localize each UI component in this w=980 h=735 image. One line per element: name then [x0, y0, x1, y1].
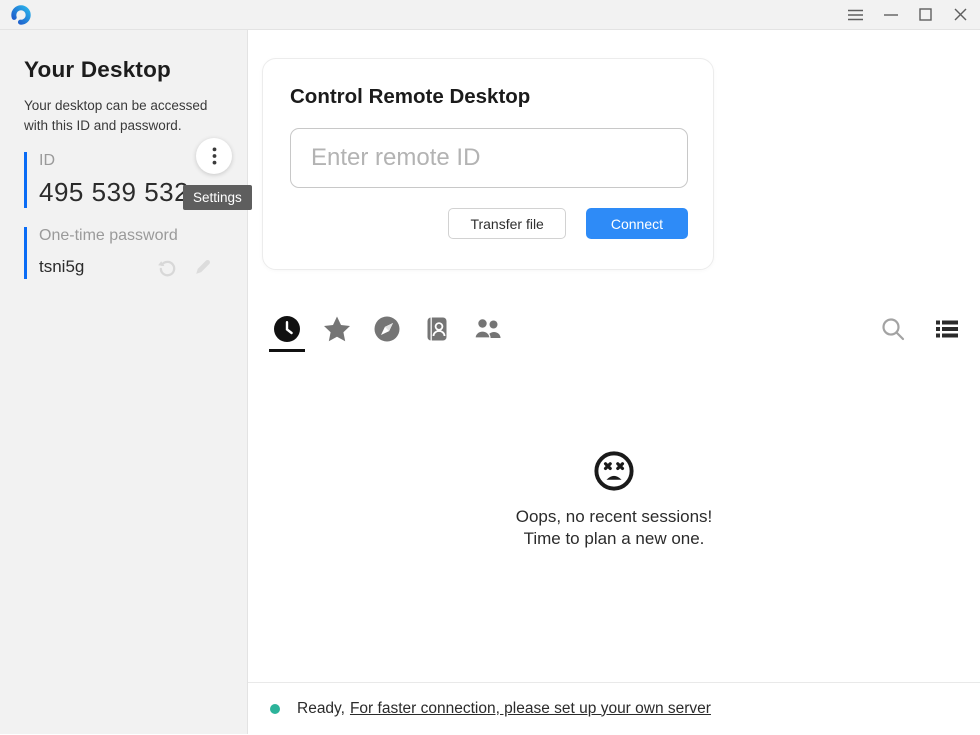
- password-label: One-time password: [39, 227, 247, 245]
- panel-title: Your Desktop: [24, 57, 247, 83]
- close-icon[interactable]: [953, 7, 968, 22]
- clock-icon: [273, 315, 301, 343]
- password-value[interactable]: tsni5g: [39, 257, 84, 277]
- id-menu-button[interactable]: [196, 138, 232, 174]
- kebab-icon: [212, 147, 217, 165]
- session-tabbar: [248, 311, 980, 347]
- password-section: One-time password tsni5g: [24, 227, 247, 279]
- recent-sessions-empty-state: Oops, no recent sessions! Time to plan a…: [248, 347, 980, 682]
- maximize-icon[interactable]: [918, 7, 933, 22]
- your-desktop-panel: Your Desktop Your desktop can be accesse…: [0, 30, 248, 734]
- empty-state-line1: Oops, no recent sessions!: [516, 506, 713, 528]
- dizzy-face-icon: [592, 449, 636, 493]
- remote-id-input[interactable]: [290, 128, 688, 188]
- refresh-password-icon[interactable]: [157, 257, 178, 278]
- titlebar: [0, 0, 980, 30]
- setup-server-link[interactable]: For faster connection, please set up you…: [350, 700, 711, 718]
- settings-tooltip: Settings: [183, 185, 252, 210]
- tab-address-book[interactable]: [423, 315, 451, 343]
- list-view-icon[interactable]: [936, 320, 958, 338]
- tab-group[interactable]: [473, 315, 501, 343]
- address-book-icon: [423, 315, 451, 343]
- card-title: Control Remote Desktop: [290, 85, 686, 109]
- tab-favorites[interactable]: [323, 315, 351, 343]
- star-icon: [323, 315, 351, 343]
- status-dot-icon: [270, 704, 280, 714]
- group-icon: [473, 315, 503, 343]
- empty-state-line2: Time to plan a new one.: [524, 528, 705, 550]
- active-tab-underline: [269, 349, 305, 352]
- connect-button[interactable]: Connect: [586, 208, 688, 239]
- menu-icon[interactable]: [848, 7, 863, 22]
- statusbar: Ready, For faster connection, please set…: [248, 682, 980, 734]
- minimize-icon[interactable]: [883, 7, 898, 22]
- edit-password-icon[interactable]: [193, 257, 213, 277]
- search-icon[interactable]: [880, 316, 906, 342]
- control-remote-desktop-card: Control Remote Desktop Transfer file Con…: [262, 58, 714, 270]
- transfer-file-button[interactable]: Transfer file: [448, 208, 565, 239]
- compass-icon: [373, 315, 401, 343]
- tab-discovered[interactable]: [373, 315, 401, 343]
- tab-recent-sessions[interactable]: [273, 315, 301, 343]
- app-logo-icon: [10, 4, 32, 26]
- window-controls: [848, 7, 968, 22]
- main-area: Control Remote Desktop Transfer file Con…: [248, 30, 980, 734]
- status-text: Ready,: [297, 700, 345, 718]
- panel-description: Your desktop can be accessed with this I…: [24, 96, 230, 135]
